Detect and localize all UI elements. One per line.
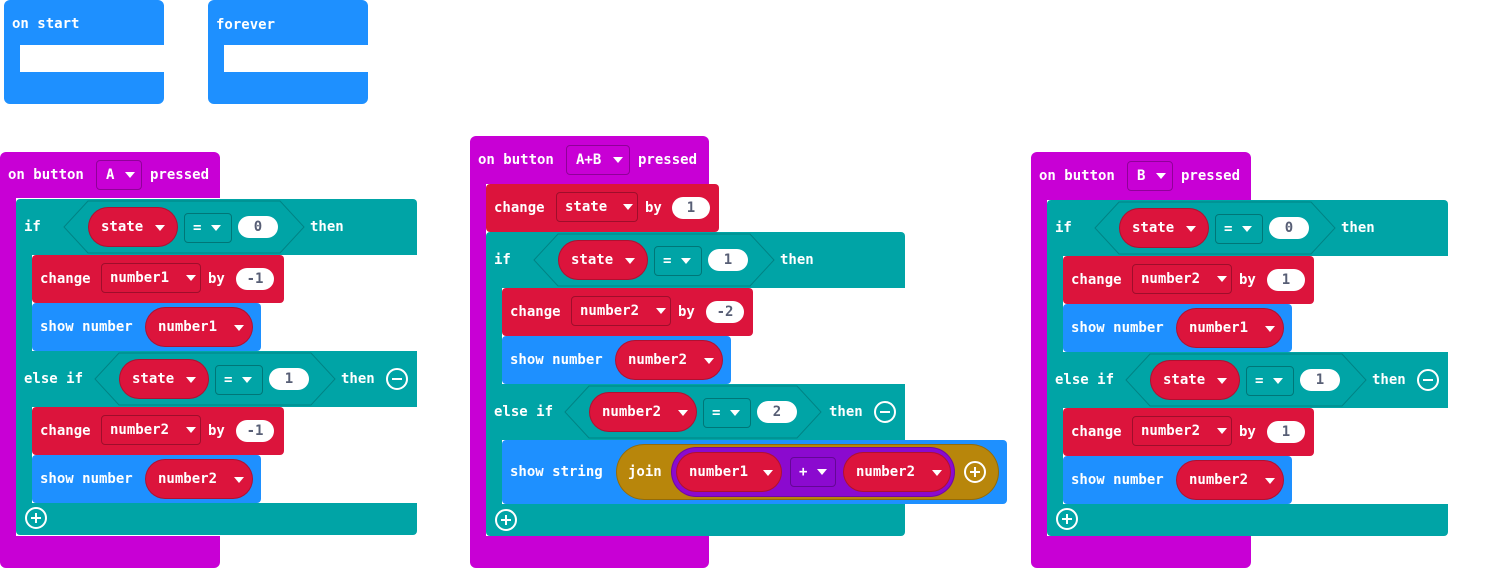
variable-dropdown[interactable]: state [556, 192, 638, 222]
variable-dropdown[interactable]: number2 [1132, 416, 1232, 446]
forever-label: forever [216, 17, 276, 33]
on-start-arm [4, 45, 20, 72]
event-arm [470, 184, 486, 536]
change-value[interactable]: 1 [672, 197, 710, 219]
compare-value[interactable]: 1 [1300, 369, 1340, 391]
if-arm-1 [16, 255, 32, 351]
if-foot [486, 504, 905, 536]
change-value[interactable]: -1 [236, 268, 274, 290]
if-arm-2 [486, 440, 502, 504]
add-join-item-icon[interactable] [964, 461, 986, 483]
then-label: then [829, 404, 863, 420]
operator-dropdown[interactable]: = [1246, 366, 1294, 396]
event-prefix: on button [8, 167, 84, 183]
event-prefix: on button [1039, 168, 1115, 184]
variable-reporter[interactable]: number2 [1176, 460, 1284, 500]
add-else-if-icon[interactable] [495, 509, 517, 531]
operator-dropdown[interactable]: + [790, 457, 836, 487]
operator-dropdown[interactable]: = [1215, 214, 1263, 244]
event-suffix: pressed [638, 152, 698, 168]
variable-dropdown[interactable]: number1 [101, 263, 201, 293]
variable-reporter[interactable]: number1 [1176, 308, 1284, 348]
remove-else-icon[interactable] [386, 368, 408, 390]
then-label: then [1341, 220, 1375, 236]
compare-value[interactable]: 0 [1269, 217, 1309, 239]
event-foot [0, 536, 220, 568]
button-dropdown[interactable]: A+B [566, 145, 630, 175]
variable-dropdown[interactable]: number2 [1132, 264, 1232, 294]
then-label: then [780, 252, 814, 268]
operator-dropdown[interactable]: = [654, 246, 702, 276]
variable-reporter[interactable]: number2 [615, 340, 723, 380]
change-value[interactable]: 1 [1267, 269, 1305, 291]
change-value[interactable]: 1 [1267, 421, 1305, 443]
then-label: then [310, 219, 344, 235]
state-variable[interactable]: state [558, 240, 648, 280]
event-prefix: on button [478, 152, 554, 168]
operator-dropdown[interactable]: = [703, 398, 751, 428]
event-suffix: pressed [1181, 168, 1241, 184]
compare-value[interactable]: 2 [757, 401, 797, 423]
forever-bottom [208, 72, 368, 104]
if-foot [16, 503, 417, 535]
button-dropdown[interactable]: B [1127, 161, 1173, 191]
state-variable[interactable]: state [1119, 208, 1209, 248]
button-dropdown[interactable]: A [96, 160, 142, 190]
compare-value[interactable]: 0 [238, 216, 278, 238]
event-arm [1031, 200, 1047, 536]
else-if-label: else if [494, 404, 554, 420]
compare-value[interactable]: 1 [269, 368, 309, 390]
if-arm-2 [1047, 408, 1063, 504]
state-variable[interactable]: state [88, 207, 178, 247]
on-start-label: on start [12, 16, 80, 32]
variable-reporter[interactable]: number2 [145, 459, 253, 499]
if-arm-1 [486, 288, 502, 384]
if-label: if [494, 252, 511, 268]
join-label: join [628, 464, 662, 480]
variable-reporter[interactable]: number2 [843, 452, 951, 492]
variable-dropdown[interactable]: number2 [101, 415, 201, 445]
add-else-if-icon[interactable] [1056, 508, 1078, 530]
on-start-bottom [4, 72, 164, 104]
operator-dropdown[interactable]: = [184, 213, 232, 243]
event-arm [0, 198, 16, 536]
variable-dropdown[interactable]: number2 [571, 296, 671, 326]
change-value[interactable]: -2 [706, 301, 744, 323]
operator-dropdown[interactable]: = [215, 365, 263, 395]
remove-else-icon[interactable] [1417, 369, 1439, 391]
state-variable[interactable]: state [1150, 360, 1240, 400]
if-arm-1 [1047, 256, 1063, 352]
compare-value[interactable]: 1 [708, 249, 748, 271]
state-variable[interactable]: state [119, 359, 209, 399]
change-value[interactable]: -1 [236, 420, 274, 442]
if-label: if [24, 219, 41, 235]
then-label: then [341, 371, 375, 387]
remove-else-icon[interactable] [874, 401, 896, 423]
event-foot [1031, 536, 1251, 568]
event-suffix: pressed [150, 167, 210, 183]
variable-reporter[interactable]: number1 [145, 307, 253, 347]
if-arm-2 [16, 407, 32, 503]
forever-arm [208, 45, 224, 72]
then-label: then [1372, 372, 1406, 388]
event-foot [470, 536, 709, 568]
if-label: if [1055, 220, 1072, 236]
else-if-label: else if [24, 371, 84, 387]
variable-reporter[interactable]: number2 [589, 392, 697, 432]
else-if-label: else if [1055, 372, 1115, 388]
add-else-if-icon[interactable] [25, 507, 47, 529]
if-foot [1047, 504, 1448, 536]
variable-reporter[interactable]: number1 [676, 452, 782, 492]
